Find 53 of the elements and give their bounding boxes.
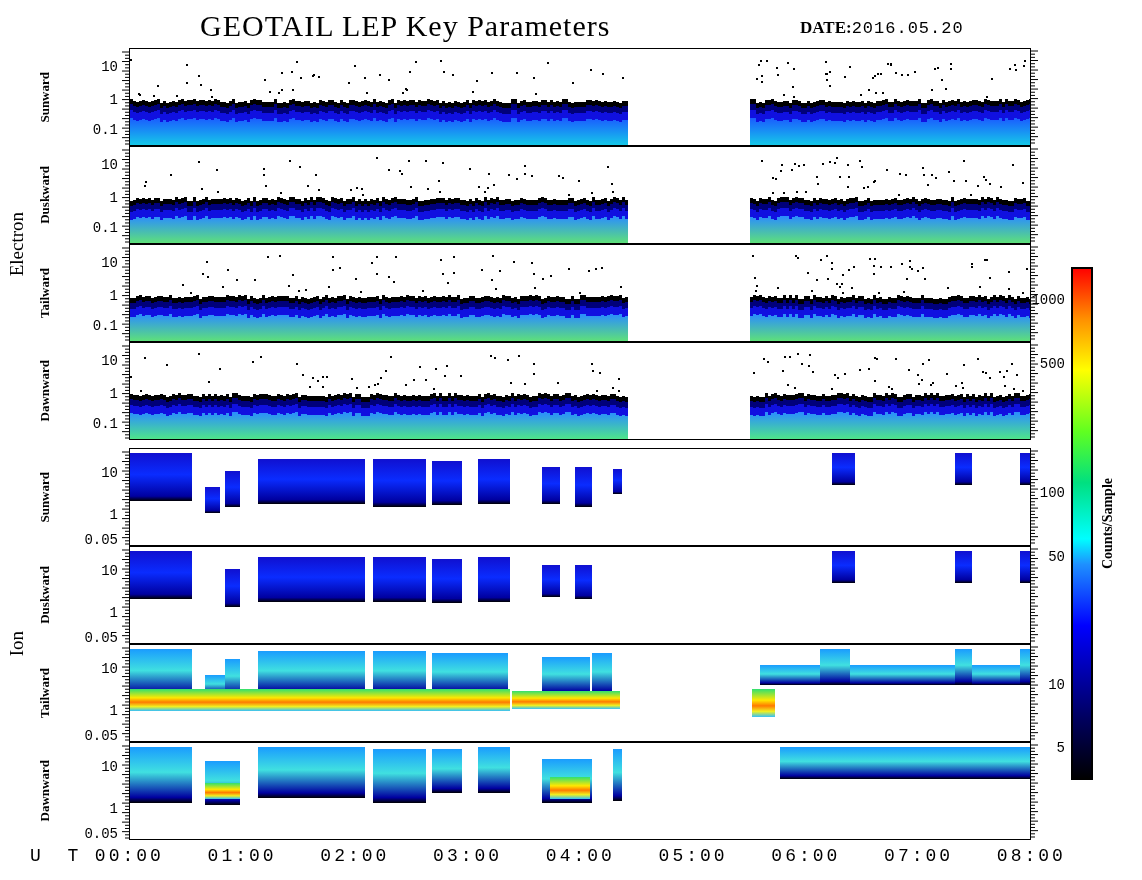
y-tick-label: 10 bbox=[101, 561, 118, 580]
y-tick-label: 1 bbox=[109, 506, 118, 525]
x-tick-label: 01:00 bbox=[206, 846, 278, 866]
group-label: Electron bbox=[6, 211, 28, 277]
x-tick-label: 02:00 bbox=[319, 846, 391, 866]
group-label: Ion bbox=[6, 631, 28, 657]
x-tick-label: 04:00 bbox=[544, 846, 616, 866]
x-tick-label: 03:00 bbox=[432, 846, 504, 866]
x-tick-label: 05:00 bbox=[657, 846, 729, 866]
y-tick-label: 0.05 bbox=[84, 727, 118, 746]
panel-label: Duskward bbox=[37, 166, 53, 224]
y-tick-label: 10 bbox=[101, 58, 118, 77]
y-tick-label: 10 bbox=[101, 463, 118, 482]
y-tick-label: 1 bbox=[109, 604, 118, 623]
date-value: 2016.05.20 bbox=[851, 19, 964, 38]
y-tick-label: 0.05 bbox=[84, 629, 118, 648]
y-tick-label: 1 bbox=[109, 702, 118, 721]
colorbar-tick-label: 1000 bbox=[1031, 290, 1065, 309]
y-tick-label: 0.1 bbox=[92, 414, 118, 433]
colorbar-tick-label: 50 bbox=[1048, 547, 1065, 566]
panel-label: Dawnward bbox=[37, 760, 53, 822]
y-tick-label: 10 bbox=[101, 659, 118, 678]
panel-label: Duskward bbox=[37, 566, 53, 624]
colorbar-tick-label: 10 bbox=[1048, 676, 1065, 695]
y-tick-label: 0.1 bbox=[92, 316, 118, 335]
y-tick-label: 10 bbox=[101, 757, 118, 776]
y-tick-label: 0.1 bbox=[92, 120, 118, 139]
y-tick-label: 1 bbox=[109, 800, 118, 819]
y-tick-label: 1 bbox=[109, 286, 118, 305]
y-tick-label: 1 bbox=[109, 90, 118, 109]
panel-label: Sunward bbox=[37, 471, 53, 523]
panel-label: Sunward bbox=[37, 71, 53, 123]
y-tick-label: 0.1 bbox=[92, 218, 118, 237]
date-label: DATE: bbox=[800, 18, 852, 37]
y-tick-label: 1 bbox=[109, 188, 118, 207]
y-tick-label: 1 bbox=[109, 384, 118, 403]
plot-title: GEOTAIL LEP Key Parameters bbox=[200, 8, 612, 44]
panel-label: Tailward bbox=[37, 667, 53, 719]
colorbar-tick-label: 5 bbox=[1056, 739, 1065, 758]
x-tick-label: 08:00 bbox=[995, 846, 1067, 866]
colorbar-tick-label: 500 bbox=[1039, 355, 1065, 374]
colorbar-label: Counts/Sample bbox=[1100, 478, 1116, 569]
x-tick-label: 07:00 bbox=[883, 846, 955, 866]
y-tick-label: 10 bbox=[101, 156, 118, 175]
x-tick-label: 06:00 bbox=[770, 846, 842, 866]
y-tick-label: 10 bbox=[101, 254, 118, 273]
panel-label: Dawnward bbox=[37, 360, 53, 422]
panel-label: Tailward bbox=[37, 267, 53, 319]
y-tick-label: 0.05 bbox=[84, 825, 118, 844]
x-axis-label: U T bbox=[29, 846, 82, 866]
colorbar-tick-label: 100 bbox=[1039, 483, 1065, 502]
y-tick-label: 0.05 bbox=[84, 531, 118, 550]
y-tick-label: 10 bbox=[101, 352, 118, 371]
